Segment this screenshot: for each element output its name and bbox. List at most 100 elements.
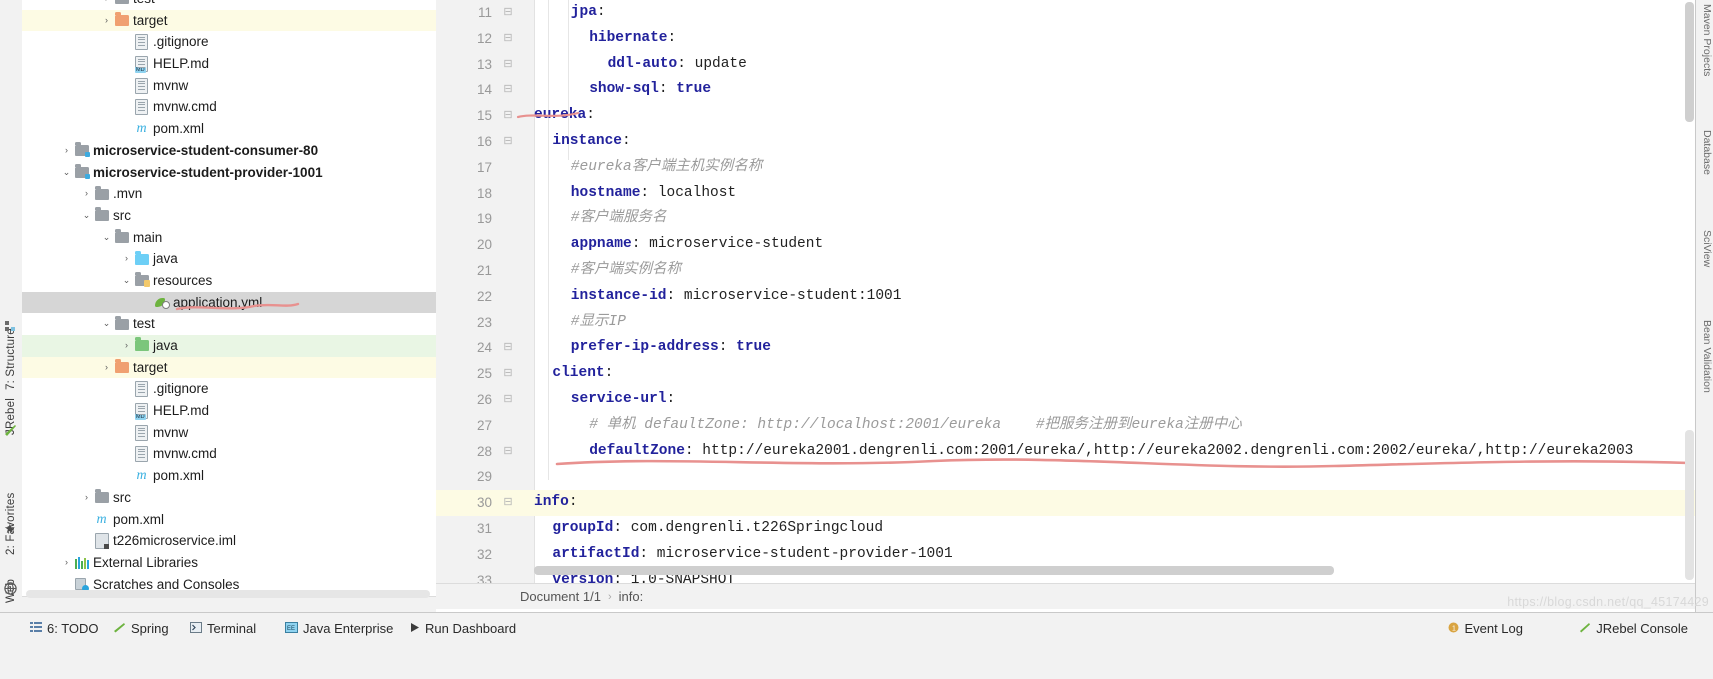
fold-toggle-icon[interactable]: ⊟: [500, 490, 516, 516]
fold-toggle-icon[interactable]: ⊟: [500, 439, 516, 465]
breadcrumb-node[interactable]: info:: [619, 589, 644, 604]
tool-tab-bean-validation[interactable]: Bean Validation: [1696, 320, 1713, 393]
fold-toggle-icon[interactable]: ⊟: [500, 129, 516, 155]
tree-item[interactable]: mvnw: [22, 75, 436, 97]
tree-horizontal-scrollbar[interactable]: [26, 590, 430, 598]
chevron-right-icon[interactable]: ›: [80, 487, 93, 509]
code-line[interactable]: 14 ⊟ show-sql: true: [436, 77, 1700, 103]
fold-toggle-icon[interactable]: ⊟: [500, 77, 516, 103]
code-token: service-url: [570, 390, 667, 407]
tree-item[interactable]: m pom.xml: [22, 118, 436, 140]
chevron-right-icon[interactable]: ›: [100, 0, 113, 10]
tree-item[interactable]: MD HELP.md: [22, 53, 436, 75]
chevron-right-icon[interactable]: ›: [80, 183, 93, 205]
tree-item[interactable]: ⌄ resources: [22, 270, 436, 292]
chevron-right-icon[interactable]: ›: [120, 335, 133, 357]
code-line[interactable]: 16 ⊟ instance:: [436, 129, 1700, 155]
code-editor[interactable]: 11 ⊟ jpa: 12 ⊟ hibernate: 13 ⊟ ddl-auto: update 1…: [436, 0, 1700, 583]
chevron-right-icon[interactable]: ›: [60, 552, 73, 574]
chevron-down-icon[interactable]: ⌄: [100, 313, 113, 335]
status-jrebel-console[interactable]: JRebel Console: [1579, 621, 1688, 636]
fold-toggle-icon[interactable]: ⊟: [500, 26, 516, 52]
code-line[interactable]: 11 ⊟ jpa:: [436, 0, 1700, 26]
bottom-tab-todo[interactable]: 6: TODO: [30, 621, 99, 636]
tree-item[interactable]: › .mvn: [22, 183, 436, 205]
tree-item[interactable]: m pom.xml: [22, 465, 436, 487]
chevron-right-icon[interactable]: ›: [100, 10, 113, 32]
code-line[interactable]: 12 ⊟ hibernate:: [436, 26, 1700, 52]
code-line[interactable]: 26 ⊟ service-url:: [436, 387, 1700, 413]
editor-horizontal-scrollbar[interactable]: [534, 566, 1334, 575]
tree-item[interactable]: t226microservice.iml: [22, 530, 436, 552]
tree-item[interactable]: › microservice-student-consumer-80: [22, 140, 436, 162]
tree-item[interactable]: › src: [22, 487, 436, 509]
external-libraries-icon: [74, 556, 89, 569]
fold-toggle-icon[interactable]: ⊟: [500, 0, 516, 26]
chevron-right-icon[interactable]: ›: [120, 248, 133, 270]
tree-item[interactable]: › External Libraries: [22, 552, 436, 574]
fold-toggle-icon[interactable]: ⊟: [500, 52, 516, 78]
tree-item[interactable]: m pom.xml: [22, 509, 436, 531]
code-line[interactable]: 22 instance-id: microservice-student:1001: [436, 284, 1700, 310]
tree-item[interactable]: mvnw: [22, 422, 436, 444]
fold-toggle-icon[interactable]: ⊟: [500, 387, 516, 413]
fold-toggle-icon[interactable]: ⊟: [500, 361, 516, 387]
tree-item[interactable]: .gitignore: [22, 31, 436, 53]
bottom-tab-spring[interactable]: Spring: [113, 621, 169, 636]
code-line[interactable]: 29: [436, 464, 1700, 490]
fold-toggle-icon[interactable]: ⊟: [500, 103, 516, 129]
bottom-tab-run-dashboard[interactable]: Run Dashboard: [410, 621, 516, 636]
code-line[interactable]: 20 appname: microservice-student: [436, 232, 1700, 258]
status-event-log[interactable]: 1 Event Log: [1448, 621, 1523, 636]
code-line[interactable]: 30 ⊟ info:: [436, 490, 1700, 516]
code-line[interactable]: 18 hostname: localhost: [436, 181, 1700, 207]
tree-item[interactable]: › target: [22, 356, 436, 379]
editor-vertical-scrollbar[interactable]: [1685, 2, 1694, 122]
tree-item[interactable]: ⌄ src: [22, 205, 436, 227]
tool-tab-maven-projects[interactable]: Maven Projects: [1696, 4, 1713, 76]
tree-item[interactable]: mvnw.cmd: [22, 443, 436, 465]
tool-tab-favorites[interactable]: 2: Favorites: [0, 455, 22, 555]
chevron-right-icon[interactable]: ›: [100, 357, 113, 379]
tree-item[interactable]: application.yml: [22, 291, 436, 314]
tree-item[interactable]: › java: [22, 335, 436, 357]
folder-gray-icon: [114, 0, 129, 5]
chevron-down-icon[interactable]: ⌄: [60, 162, 73, 184]
code-line[interactable]: 28 ⊟ defaultZone: http://eureka2001.dengre…: [436, 439, 1700, 465]
tree-item[interactable]: › test: [22, 0, 436, 10]
chevron-down-icon[interactable]: ⌄: [80, 205, 93, 227]
code-line[interactable]: 27 # 单机 defaultZone: http://localhost:200…: [436, 413, 1700, 439]
breadcrumb-document[interactable]: Document 1/1: [520, 589, 601, 604]
chevron-down-icon[interactable]: ⌄: [100, 227, 113, 249]
code-line[interactable]: 25 ⊟ client:: [436, 361, 1700, 387]
code-line[interactable]: 24 ⊟ prefer-ip-address: true: [436, 335, 1700, 361]
tool-tab-sciview[interactable]: SciView: [1696, 230, 1713, 267]
tree-item[interactable]: mvnw.cmd: [22, 96, 436, 118]
code-line[interactable]: 19 #客户端服务名: [436, 206, 1700, 232]
code-line[interactable]: 31 groupId: com.dengrenli.t226Springcloud: [436, 516, 1700, 542]
tree-item[interactable]: › java: [22, 248, 436, 270]
tool-tab-database[interactable]: Database: [1696, 130, 1713, 175]
bottom-tab-terminal[interactable]: Terminal: [190, 621, 256, 636]
bottom-tab-java-enterprise[interactable]: EE Java Enterprise: [285, 621, 393, 636]
line-number: 14: [476, 82, 492, 98]
code-line[interactable]: 23 #显示IP: [436, 310, 1700, 336]
tree-item[interactable]: › target: [22, 9, 436, 32]
code-line[interactable]: 21 #客户端实例名称: [436, 258, 1700, 284]
code-line[interactable]: 15 ⊟ eureka:: [436, 103, 1700, 129]
code-line[interactable]: 13 ⊟ ddl-auto: update: [436, 52, 1700, 78]
code-token: :: [667, 29, 677, 46]
code-line[interactable]: 17 #eureka客户端主机实例名称: [436, 155, 1700, 181]
chevron-right-icon[interactable]: ›: [60, 140, 73, 162]
tree-item[interactable]: ⌄ test: [22, 313, 436, 335]
tree-item[interactable]: MD HELP.md: [22, 400, 436, 422]
chevron-down-icon[interactable]: ⌄: [120, 270, 133, 292]
tree-item[interactable]: ⌄ main: [22, 227, 436, 249]
fold-toggle-icon[interactable]: ⊟: [500, 335, 516, 361]
tool-tab-structure[interactable]: 7: Structure: [0, 280, 22, 390]
tree-item[interactable]: ⌄ microservice-student-provider-1001: [22, 162, 436, 184]
tree-item[interactable]: .gitignore: [22, 378, 436, 400]
editor-vertical-scrollbar-track[interactable]: [1685, 430, 1694, 580]
project-tool-window[interactable]: ›test›target.gitignoreMDHELP.mdmvnwmvnw.…: [22, 0, 436, 596]
code-line[interactable]: 32 artifactId: microservice-student-provi…: [436, 542, 1700, 568]
